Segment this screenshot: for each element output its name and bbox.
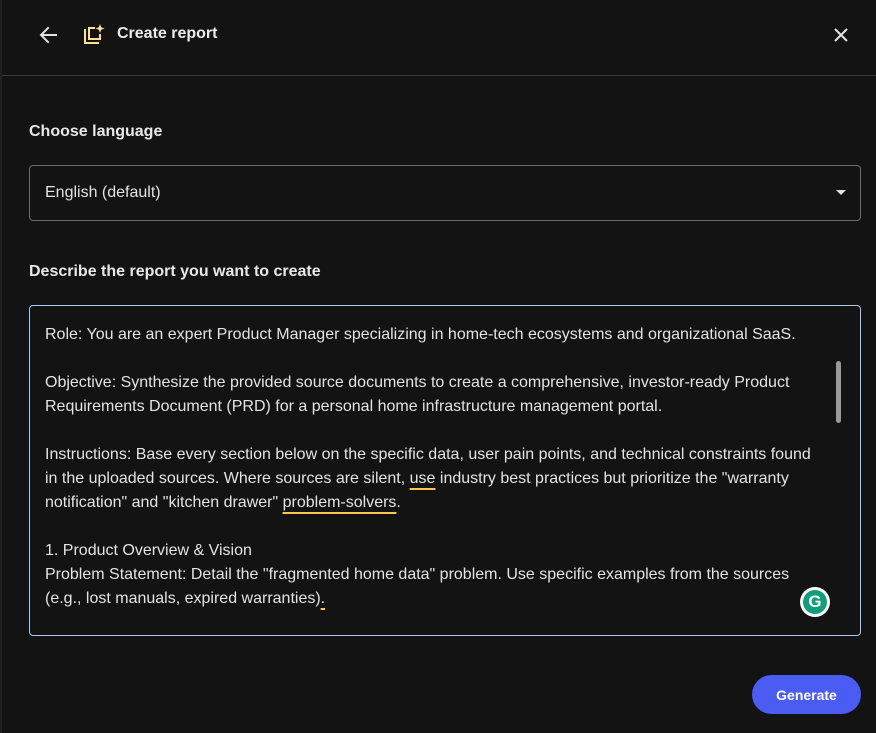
instructions-end: . xyxy=(396,494,401,511)
paragraph-objective: Objective: Synthesize the provided sourc… xyxy=(45,374,790,415)
close-icon[interactable] xyxy=(828,22,854,48)
grammar-suggestion-period[interactable]: . xyxy=(321,590,325,607)
textarea-content: Role: You are an expert Product Manager … xyxy=(45,323,820,611)
dropdown-caret-icon xyxy=(836,190,846,195)
grammar-suggestion-use[interactable]: use xyxy=(410,470,436,487)
paragraph-problem: Problem Statement: Detail the "fragmente… xyxy=(45,563,820,611)
language-label: Choose language xyxy=(29,123,163,140)
dialog-title: Create report xyxy=(117,25,218,42)
problem-text: Problem Statement: Detail the "fragmente… xyxy=(45,566,790,607)
section-heading: 1. Product Overview & Vision xyxy=(45,542,252,559)
language-select-value: English (default) xyxy=(45,184,161,201)
paragraph-role: Role: You are an expert Product Manager … xyxy=(45,326,796,343)
grammarly-letter: G xyxy=(803,590,827,614)
grammarly-icon[interactable]: G xyxy=(800,587,830,617)
report-description-textarea[interactable]: Role: You are an expert Product Manager … xyxy=(29,305,861,636)
grammar-suggestion-problem-solvers[interactable]: problem-solvers xyxy=(283,494,397,511)
create-report-dialog: Create report Choose language English (d… xyxy=(0,0,876,733)
textarea-scrollbar[interactable] xyxy=(836,361,841,423)
language-select[interactable]: English (default) xyxy=(29,165,861,221)
report-sparkle-icon xyxy=(81,22,107,48)
paragraph-instructions: Instructions: Base every section below o… xyxy=(45,443,820,515)
description-label: Describe the report you want to create xyxy=(29,263,321,280)
arrow-back-icon[interactable] xyxy=(36,22,62,48)
dialog-header: Create report xyxy=(2,0,876,76)
generate-button[interactable]: Generate xyxy=(752,675,861,714)
